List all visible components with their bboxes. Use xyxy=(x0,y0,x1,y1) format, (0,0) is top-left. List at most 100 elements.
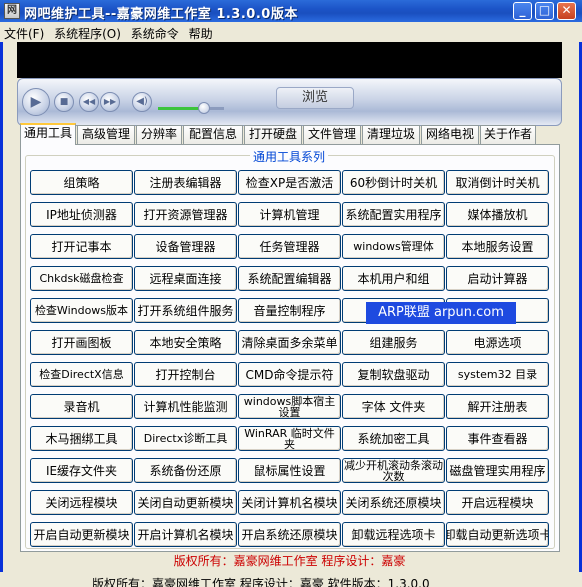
tool-button-r3-c1[interactable]: 远程桌面连接 xyxy=(134,266,237,291)
volume-slider-knob[interactable] xyxy=(198,102,211,114)
tool-button-r6-c4[interactable]: system32 目录 xyxy=(446,362,549,387)
tab-3[interactable]: 配置信息 xyxy=(183,125,243,144)
tool-button-r10-c4[interactable]: 开启远程模块 xyxy=(446,490,549,515)
copyright-text: 版权所有：嘉豪网维工作室 程序设计：嘉豪 xyxy=(173,554,406,568)
tool-button-r1-c2[interactable]: 计算机管理 xyxy=(238,202,341,227)
app-icon: 网 xyxy=(4,3,20,19)
previous-icon: ◀◀ xyxy=(82,97,96,106)
tab-1[interactable]: 高级管理 xyxy=(77,125,135,144)
maximize-button[interactable]: □ xyxy=(535,2,554,20)
tool-button-r8-c2[interactable]: WinRAR 临时文件夹 xyxy=(238,426,341,451)
menu-system-commands[interactable]: 系统命令 xyxy=(128,22,182,42)
tool-button-r9-c0[interactable]: IE缓存文件夹 xyxy=(30,458,133,483)
tool-button-r9-c3[interactable]: 减少开机滚动条滚动次数 xyxy=(342,458,445,483)
tool-button-r8-c0[interactable]: 木马捆绑工具 xyxy=(30,426,133,451)
play-button[interactable]: ▶ xyxy=(22,88,50,116)
title-bar[interactable]: 网 网吧维护工具--嘉豪网维工作室 1.3.0.0版本 _ □ ✕ xyxy=(0,0,582,22)
stop-button[interactable]: ■ xyxy=(54,92,74,112)
tab-2[interactable]: 分辨率 xyxy=(136,125,182,144)
tool-button-r0-c2[interactable]: 检查XP是否激活 xyxy=(238,170,341,195)
tab-7[interactable]: 网络电视 xyxy=(421,125,479,144)
tool-button-r5-c2[interactable]: 清除桌面多余菜单 xyxy=(238,330,341,355)
window-title: 网吧维护工具--嘉豪网维工作室 1.3.0.0版本 xyxy=(24,7,298,22)
tab-0[interactable]: 通用工具 xyxy=(20,123,76,145)
stop-icon: ■ xyxy=(59,97,69,107)
tool-button-r0-c1[interactable]: 注册表编辑器 xyxy=(134,170,237,195)
group-title: 通用工具系列 xyxy=(250,148,329,165)
play-icon: ▶ xyxy=(30,94,42,110)
tool-button-r1-c0[interactable]: IP地址侦测器 xyxy=(30,202,133,227)
tool-button-r5-c1[interactable]: 本地安全策略 xyxy=(134,330,237,355)
tool-button-r1-c3[interactable]: 系统配置实用程序 xyxy=(342,202,445,227)
tab-6[interactable]: 清理垃圾 xyxy=(362,125,420,144)
tool-button-r2-c1[interactable]: 设备管理器 xyxy=(134,234,237,259)
tool-button-r7-c2[interactable]: windows脚本宿主设置 xyxy=(238,394,341,419)
tool-button-r8-c1[interactable]: Directx诊断工具 xyxy=(134,426,237,451)
tool-button-r3-c2[interactable]: 系统配置编辑器 xyxy=(238,266,341,291)
menu-system-programs[interactable]: 系统程序(O) xyxy=(51,22,124,42)
browse-button[interactable]: 浏览 xyxy=(276,87,354,109)
tool-button-r10-c0[interactable]: 关闭远程模块 xyxy=(30,490,133,515)
tool-button-r11-c2[interactable]: 开启系统还原模块 xyxy=(238,522,341,547)
tool-button-r4-c0[interactable]: 检查Windows版本 xyxy=(30,298,133,323)
tool-button-r10-c2[interactable]: 关闭计算机名模块 xyxy=(238,490,341,515)
tool-button-r0-c3[interactable]: 60秒倒计时关机 xyxy=(342,170,445,195)
tool-button-r1-c1[interactable]: 打开资源管理器 xyxy=(134,202,237,227)
close-button[interactable]: ✕ xyxy=(557,2,576,20)
tool-button-r8-c4[interactable]: 事件查看器 xyxy=(446,426,549,451)
tool-button-r7-c4[interactable]: 解开注册表 xyxy=(446,394,549,419)
tool-button-r9-c4[interactable]: 磁盘管理实用程序 xyxy=(446,458,549,483)
tool-button-r3-c0[interactable]: Chkdsk磁盘检查 xyxy=(30,266,133,291)
tool-button-r11-c0[interactable]: 开启自动更新模块 xyxy=(30,522,133,547)
tool-button-r6-c3[interactable]: 复制软盘驱动 xyxy=(342,362,445,387)
previous-button[interactable]: ◀◀ xyxy=(79,92,99,112)
tool-button-r6-c1[interactable]: 打开控制台 xyxy=(134,362,237,387)
tool-button-r3-c4[interactable]: 启动计算器 xyxy=(446,266,549,291)
tab-5[interactable]: 文件管理 xyxy=(303,125,361,144)
tool-button-r5-c0[interactable]: 打开画图板 xyxy=(30,330,133,355)
tool-button-r2-c4[interactable]: 本地服务设置 xyxy=(446,234,549,259)
tool-button-r9-c2[interactable]: 鼠标属性设置 xyxy=(238,458,341,483)
tool-button-r6-c2[interactable]: CMD命令提示符 xyxy=(238,362,341,387)
tool-button-r9-c1[interactable]: 系统备份还原 xyxy=(134,458,237,483)
status-text: 版权所有：嘉豪网维工作室 程序设计：嘉豪 软件版本：1.3.0.0 xyxy=(92,577,430,587)
tool-button-r3-c3[interactable]: 本机用户和组 xyxy=(342,266,445,291)
tool-button-r2-c2[interactable]: 任务管理器 xyxy=(238,234,341,259)
tool-button-r11-c3[interactable]: 卸载远程选项卡 xyxy=(342,522,445,547)
tool-button-r4-c2[interactable]: 音量控制程序 xyxy=(238,298,341,323)
volume-slider[interactable] xyxy=(158,102,224,114)
media-player-screen[interactable] xyxy=(17,42,562,78)
window-frame-left xyxy=(0,22,3,587)
tool-button-r4-c1[interactable]: 打开系统组件服务 xyxy=(134,298,237,323)
tool-button-r7-c3[interactable]: 字体 文件夹 xyxy=(342,394,445,419)
tool-button-r2-c3[interactable]: windows管理体 xyxy=(342,234,445,259)
tool-button-r1-c4[interactable]: 媒体播放机 xyxy=(446,202,549,227)
tool-button-r0-c0[interactable]: 组策略 xyxy=(30,170,133,195)
tool-button-r10-c1[interactable]: 关闭自动更新模块 xyxy=(134,490,237,515)
menu-file[interactable]: 文件(F) xyxy=(0,22,47,42)
tool-button-r5-c3[interactable]: 组建服务 xyxy=(342,330,445,355)
tool-button-r11-c4[interactable]: 卸载自动更新选项卡 xyxy=(446,522,549,547)
tab-4[interactable]: 打开硬盘 xyxy=(244,125,302,144)
next-button[interactable]: ▶▶ xyxy=(100,92,120,112)
mute-button[interactable]: ◀) xyxy=(132,92,152,112)
minimize-button[interactable]: _ xyxy=(513,2,532,20)
tool-button-r8-c3[interactable]: 系统加密工具 xyxy=(342,426,445,451)
tool-button-r6-c0[interactable]: 检查DirectX信息 xyxy=(30,362,133,387)
volume-icon: ◀) xyxy=(136,96,148,107)
tool-button-r0-c4[interactable]: 取消倒计时关机 xyxy=(446,170,549,195)
status-bar: 版权所有：嘉豪网维工作室 程序设计：嘉豪 软件版本：1.3.0.0 xyxy=(0,572,582,587)
tool-button-r7-c0[interactable]: 录音机 xyxy=(30,394,133,419)
tab-8[interactable]: 关于作者 xyxy=(480,125,536,144)
next-icon: ▶▶ xyxy=(103,97,117,106)
arp-watermark-overlay: ARP联盟 arpun.com xyxy=(366,302,516,324)
tool-button-r10-c3[interactable]: 关闭系统还原模块 xyxy=(342,490,445,515)
tab-strip: 通用工具 高级管理 分辨率 配置信息 打开硬盘 文件管理 清理垃圾 网络电视 关于作者 xyxy=(20,123,565,145)
media-player-controls: ▶ ■ ◀◀ ▶▶ ◀) 浏览 xyxy=(17,78,562,126)
tool-button-r7-c1[interactable]: 计算机性能监测 xyxy=(134,394,237,419)
tool-button-r2-c0[interactable]: 打开记事本 xyxy=(30,234,133,259)
tool-button-r11-c1[interactable]: 开启计算机名模块 xyxy=(134,522,237,547)
menu-bar: 文件(F) 系统程序(O) 系统命令 帮助 xyxy=(0,22,582,42)
tool-button-r5-c4[interactable]: 电源选项 xyxy=(446,330,549,355)
menu-help[interactable]: 帮助 xyxy=(186,22,216,42)
